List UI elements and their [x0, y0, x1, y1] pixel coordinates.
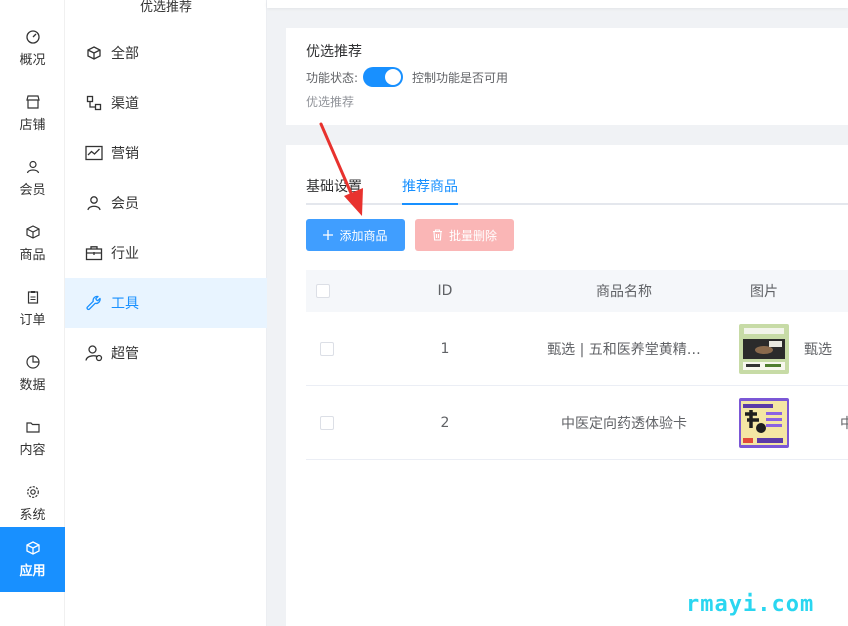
rail-item-goods[interactable]: 商品: [0, 211, 65, 276]
clipboard-icon: [26, 290, 40, 304]
rail-item-label: 订单: [19, 312, 46, 328]
rail-item-member[interactable]: 会员: [0, 146, 65, 211]
app-cube-icon: [25, 540, 40, 555]
submenu-item-label: 超管: [111, 346, 139, 362]
cube-icon: [85, 44, 103, 62]
rail-item-label: 应用: [19, 563, 46, 579]
main-nav-rail: 概况 店铺 会员 商品 订单 数据 内容 系统 应用: [0, 0, 65, 626]
table-row[interactable]: 1 甄选 | 五和医养堂黄精… 甄选: [306, 312, 848, 386]
feature-status-hint: 控制功能是否可用: [412, 70, 509, 85]
submenu-item-superadmin[interactable]: 超管: [65, 328, 267, 378]
row-checkbox-cell: [320, 312, 334, 385]
row-checkbox[interactable]: [320, 341, 334, 356]
tab-basic-settings[interactable]: 基础设置: [306, 176, 362, 205]
gear-icon: [26, 485, 40, 499]
rail-item-apps[interactable]: 应用: [0, 527, 65, 592]
rail-item-label: 系统: [19, 507, 46, 523]
dashboard-icon: [25, 29, 40, 44]
submenu-item-tools[interactable]: 工具: [65, 278, 267, 328]
feature-status-row: 功能状态: 控制功能是否可用: [306, 67, 508, 87]
submenu-item-label: 行业: [111, 246, 139, 262]
feature-description: 优选推荐: [306, 95, 355, 109]
table-row[interactable]: 2 中医定向药透体验卡 中: [306, 386, 848, 460]
rail-item-store[interactable]: 店铺: [0, 81, 65, 146]
feature-title: 优选推荐: [306, 44, 362, 60]
goods-thumbnail[interactable]: [739, 323, 789, 374]
briefcase-icon: [85, 244, 103, 262]
submenu-item-label: 工具: [111, 296, 139, 312]
watermark-text: rmayi.com: [686, 592, 815, 617]
goods-table: ID 商品名称 图片 1 甄选 | 五和医养堂黄精… 甄选 2 中医定向药透体验…: [306, 270, 848, 460]
row-checkbox-cell: [320, 386, 334, 459]
pie-chart-icon: [25, 354, 40, 369]
settings-tabs: 基础设置 推荐商品: [306, 176, 848, 205]
goods-thumbnail[interactable]: [739, 397, 789, 448]
user-icon: [85, 194, 103, 212]
rail-item-content[interactable]: 内容: [0, 406, 65, 471]
header-goods-name: 商品名称: [596, 284, 652, 300]
select-all-cell: [316, 270, 330, 312]
feature-enable-toggle[interactable]: [363, 67, 404, 87]
rail-item-label: 店铺: [19, 117, 46, 133]
row-id: 1: [440, 340, 450, 357]
header-image: 图片: [750, 284, 778, 300]
rail-item-data[interactable]: 数据: [0, 341, 65, 406]
plus-icon: [323, 230, 334, 240]
user-icon: [26, 160, 40, 174]
box-icon: [25, 224, 40, 239]
submenu-item-member[interactable]: 会员: [65, 178, 267, 228]
row-image-cell: [724, 312, 804, 385]
batch-delete-label: 批量删除: [448, 228, 497, 243]
wrench-icon: [85, 294, 103, 312]
submenu-item-label: 全部: [111, 46, 139, 62]
feature-status-card: 优选推荐 功能状态: 控制功能是否可用 优选推荐: [286, 28, 848, 125]
row-extra: 甄选: [804, 341, 832, 358]
submenu-item-label: 渠道: [111, 96, 139, 112]
submenu-item-marketing[interactable]: 营销: [65, 128, 267, 178]
rail-item-label: 数据: [19, 377, 46, 393]
rail-item-label: 商品: [19, 247, 46, 263]
rail-item-label: 会员: [19, 182, 46, 198]
row-goods-name: 中医定向药透体验卡: [561, 415, 687, 432]
batch-delete-button[interactable]: 批量删除: [415, 219, 514, 251]
row-checkbox[interactable]: [320, 415, 334, 430]
select-all-checkbox[interactable]: [316, 284, 330, 298]
folder-icon: [25, 420, 40, 434]
channel-icon: [85, 94, 103, 112]
feature-status-label: 功能状态:: [306, 70, 359, 85]
store-icon: [25, 94, 40, 109]
table-header: ID 商品名称 图片: [306, 270, 848, 312]
top-header-edge: [267, 0, 848, 8]
toggle-knob: [385, 69, 402, 85]
admin-icon: [85, 344, 103, 362]
app-submenu: 优选推荐 全部 渠道 营销 会员 行业 工具 超管: [65, 0, 267, 626]
rail-item-orders[interactable]: 订单: [0, 276, 65, 341]
submenu-item-industry[interactable]: 行业: [65, 228, 267, 278]
trend-icon: [85, 144, 103, 162]
trash-icon: [432, 229, 443, 241]
tab-recommended-goods[interactable]: 推荐商品: [402, 176, 458, 205]
submenu-item-channel[interactable]: 渠道: [65, 78, 267, 128]
add-goods-label: 添加商品: [339, 228, 388, 243]
add-goods-button[interactable]: 添加商品: [306, 219, 405, 251]
rail-item-label: 概况: [19, 52, 46, 68]
row-goods-name: 甄选 | 五和医养堂黄精…: [547, 341, 701, 358]
submenu-item-label: 会员: [111, 196, 139, 212]
rail-item-label: 内容: [19, 442, 46, 458]
header-id: ID: [437, 283, 453, 299]
row-id: 2: [440, 414, 450, 431]
submenu-item-all[interactable]: 全部: [65, 28, 267, 78]
recommend-goods-panel: 基础设置 推荐商品 添加商品 批量删除 ID 商品名称 图片 1 甄选 | 五和…: [286, 145, 848, 626]
row-image-cell: [724, 386, 804, 459]
row-extra: 中: [840, 415, 848, 432]
rail-item-overview[interactable]: 概况: [0, 16, 65, 81]
submenu-item-label: 营销: [111, 146, 139, 162]
submenu-title: 优选推荐: [139, 0, 192, 15]
